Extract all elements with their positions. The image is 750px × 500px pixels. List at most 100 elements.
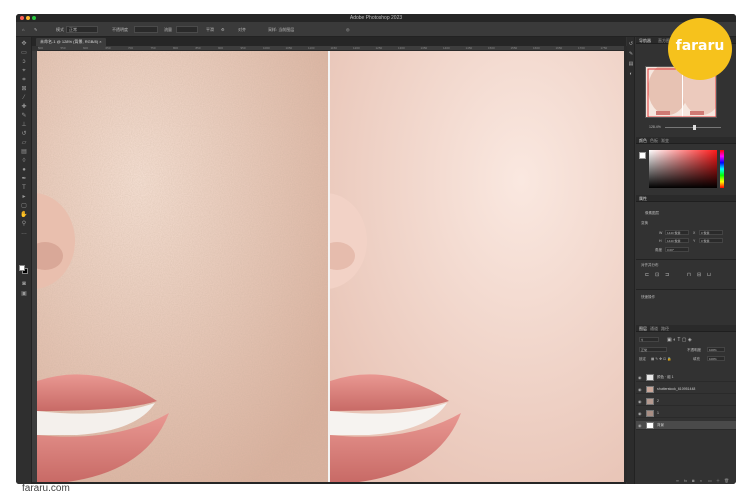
layers-panel-footer: ∞ fx ◙ ◐ ▭ ＋ 🗑 [636, 477, 736, 484]
path-select-tool-icon[interactable]: ▸ [20, 194, 28, 201]
color-picker-field[interactable] [649, 150, 717, 188]
ruler-tick-label: 1150 [330, 46, 337, 50]
link-layers-icon[interactable]: ∞ [676, 478, 679, 483]
layer-filter-icons[interactable]: ▣ ◐ T ▢ ◈ [667, 337, 692, 343]
ruler-tick-label: 800 [173, 46, 179, 50]
tab-color[interactable]: 颜色 [639, 138, 647, 144]
zoom-tool-icon[interactable]: ⚲ [20, 221, 28, 228]
opacity-input[interactable] [134, 26, 158, 33]
more-tools-icon[interactable]: … [20, 230, 28, 237]
dodge-tool-icon[interactable]: ● [20, 167, 28, 174]
align-right-icon[interactable]: ⊐ [665, 272, 669, 278]
shape-tool-icon[interactable]: ▢ [20, 203, 28, 210]
options-bar: ⌂ ✎ 模式 正常 不透明度 流量 平滑 ⚙ 对齐 采样: 当前图层 ◎ [16, 22, 736, 37]
align-top-icon[interactable]: ⊓ [687, 272, 691, 278]
search-icon: ⚲ [641, 338, 644, 342]
layer-thumbnail [646, 386, 654, 393]
add-mask-icon[interactable]: ◙ [692, 478, 694, 483]
foreground-color-swatch[interactable] [19, 265, 25, 271]
source-caption: fararu.com [22, 483, 70, 494]
width-field[interactable]: 1440 像素 [665, 230, 689, 235]
zoom-level[interactable]: 128.4% [649, 125, 661, 129]
layer-opacity-field[interactable]: 100% [707, 347, 725, 352]
y-field[interactable]: 0 像素 [699, 238, 723, 243]
angle-field[interactable]: 0.00° [665, 247, 689, 252]
tab-paths[interactable]: 路径 [661, 326, 669, 332]
layer-row[interactable]: ◉ 颜色 · 组 1 [636, 373, 736, 382]
crop-tool-icon[interactable]: ⌗ [20, 77, 28, 84]
history-panel-icon[interactable]: ↺ [628, 41, 634, 47]
delete-layer-icon[interactable]: 🗑 [724, 478, 729, 483]
document-canvas[interactable] [37, 51, 624, 482]
home-icon[interactable]: ⌂ [22, 26, 24, 33]
clone-stamp-tool-icon[interactable]: ⊥ [20, 122, 28, 129]
ruler-tick-label: 1450 [465, 46, 473, 50]
new-layer-icon[interactable]: ＋ [716, 478, 720, 484]
title-bar: Adobe Photoshop 2023 [16, 14, 736, 22]
height-field[interactable]: 1440 像素 [665, 238, 689, 243]
layer-row[interactable]: ◉ 背景 [636, 421, 736, 430]
adjustment-layer-icon[interactable]: ◐ [700, 478, 702, 483]
new-group-icon[interactable]: ▭ [708, 478, 712, 483]
brush-settings-panel-icon[interactable]: ✎ [628, 51, 634, 57]
history-brush-tool-icon[interactable]: ↺ [20, 131, 28, 138]
layer-filter-kind[interactable]: ⚲ [639, 337, 659, 342]
ruler-tick-label: 600 [83, 46, 89, 50]
blend-mode-dropdown[interactable]: 正常 [639, 347, 667, 352]
brush-icon[interactable]: ✎ [20, 113, 28, 120]
frame-tool-icon[interactable]: ⊠ [20, 86, 28, 93]
document-tab[interactable]: 未命名-1 @ 128% (背景, RGB/8) × [36, 38, 106, 46]
flow-input[interactable] [176, 26, 198, 33]
hand-tool-icon[interactable]: ✋ [20, 212, 28, 219]
lasso-tool-icon[interactable]: ↄ [20, 59, 28, 66]
eraser-tool-icon[interactable]: ▱ [20, 140, 28, 147]
visibility-eye-icon[interactable]: ◉ [638, 423, 642, 428]
pen-tool-icon[interactable]: ✒ [20, 176, 28, 183]
visibility-eye-icon[interactable]: ◉ [638, 387, 642, 392]
hue-slider[interactable] [720, 150, 724, 188]
brush-tool-icon[interactable]: ✎ [34, 26, 37, 33]
x-field[interactable]: 0 像素 [699, 230, 723, 235]
move-tool-icon[interactable]: ✥ [20, 41, 28, 48]
close-tab-icon[interactable]: × [99, 39, 101, 44]
align-middle-icon[interactable]: ⊟ [697, 272, 701, 278]
align-left-icon[interactable]: ⊏ [645, 272, 649, 278]
fill-label: 填充 [693, 357, 700, 361]
quick-mask-icon[interactable]: ◙ [20, 281, 28, 288]
layer-row[interactable]: ◉ shutterstock_610951448 [636, 385, 736, 394]
zoom-slider-knob[interactable] [693, 125, 696, 130]
layer-row[interactable]: ◉ 1 [636, 409, 736, 418]
tab-navigator[interactable]: 导航器 [639, 38, 651, 44]
blend-mode-select[interactable]: 正常 [66, 26, 98, 33]
eyedropper-tool-icon[interactable]: ⁄ [20, 95, 28, 102]
healing-brush-tool-icon[interactable]: ✚ [20, 104, 28, 111]
visibility-eye-icon[interactable]: ◉ [638, 411, 642, 416]
align-bottom-icon[interactable]: ⊔ [707, 272, 711, 278]
option-sample-label[interactable]: 采样: 当前图层 [268, 26, 294, 33]
pressure-icon[interactable]: ◎ [346, 26, 350, 33]
quick-select-tool-icon[interactable]: ⌖ [20, 68, 28, 75]
before-after-divider[interactable] [328, 51, 330, 482]
tab-gradients[interactable]: 渐变 [661, 138, 669, 144]
color-panel-swatch[interactable] [639, 152, 646, 159]
libraries-panel-icon[interactable]: ▤ [628, 61, 634, 67]
blur-tool-icon[interactable]: ◊ [20, 158, 28, 165]
watermark-text: fararu [675, 38, 725, 54]
visibility-eye-icon[interactable]: ◉ [638, 399, 642, 404]
tab-swatches[interactable]: 色板 [650, 138, 658, 144]
type-tool-icon[interactable]: T [20, 185, 28, 192]
visibility-eye-icon[interactable]: ◉ [638, 375, 642, 380]
tab-channels[interactable]: 通道 [650, 326, 658, 332]
adjustments-panel-icon[interactable]: ◐ [628, 71, 634, 77]
tab-layers[interactable]: 图层 [639, 326, 647, 332]
screen-mode-icon[interactable]: ▣ [20, 291, 28, 298]
settings-icon[interactable]: ⚙ [221, 26, 225, 33]
align-center-icon[interactable]: ⊡ [655, 272, 659, 278]
layer-style-icon[interactable]: fx [684, 478, 687, 483]
option-align-label[interactable]: 对齐 [238, 26, 246, 33]
gradient-tool-icon[interactable]: ▤ [20, 149, 28, 156]
marquee-tool-icon[interactable]: ▭ [20, 50, 28, 57]
lock-icons[interactable]: ▦ ✎ ✥ ⊡ 🔒 [651, 357, 671, 361]
layer-fill-field[interactable]: 100% [707, 356, 725, 361]
layer-row[interactable]: ◉ 2 [636, 397, 736, 406]
